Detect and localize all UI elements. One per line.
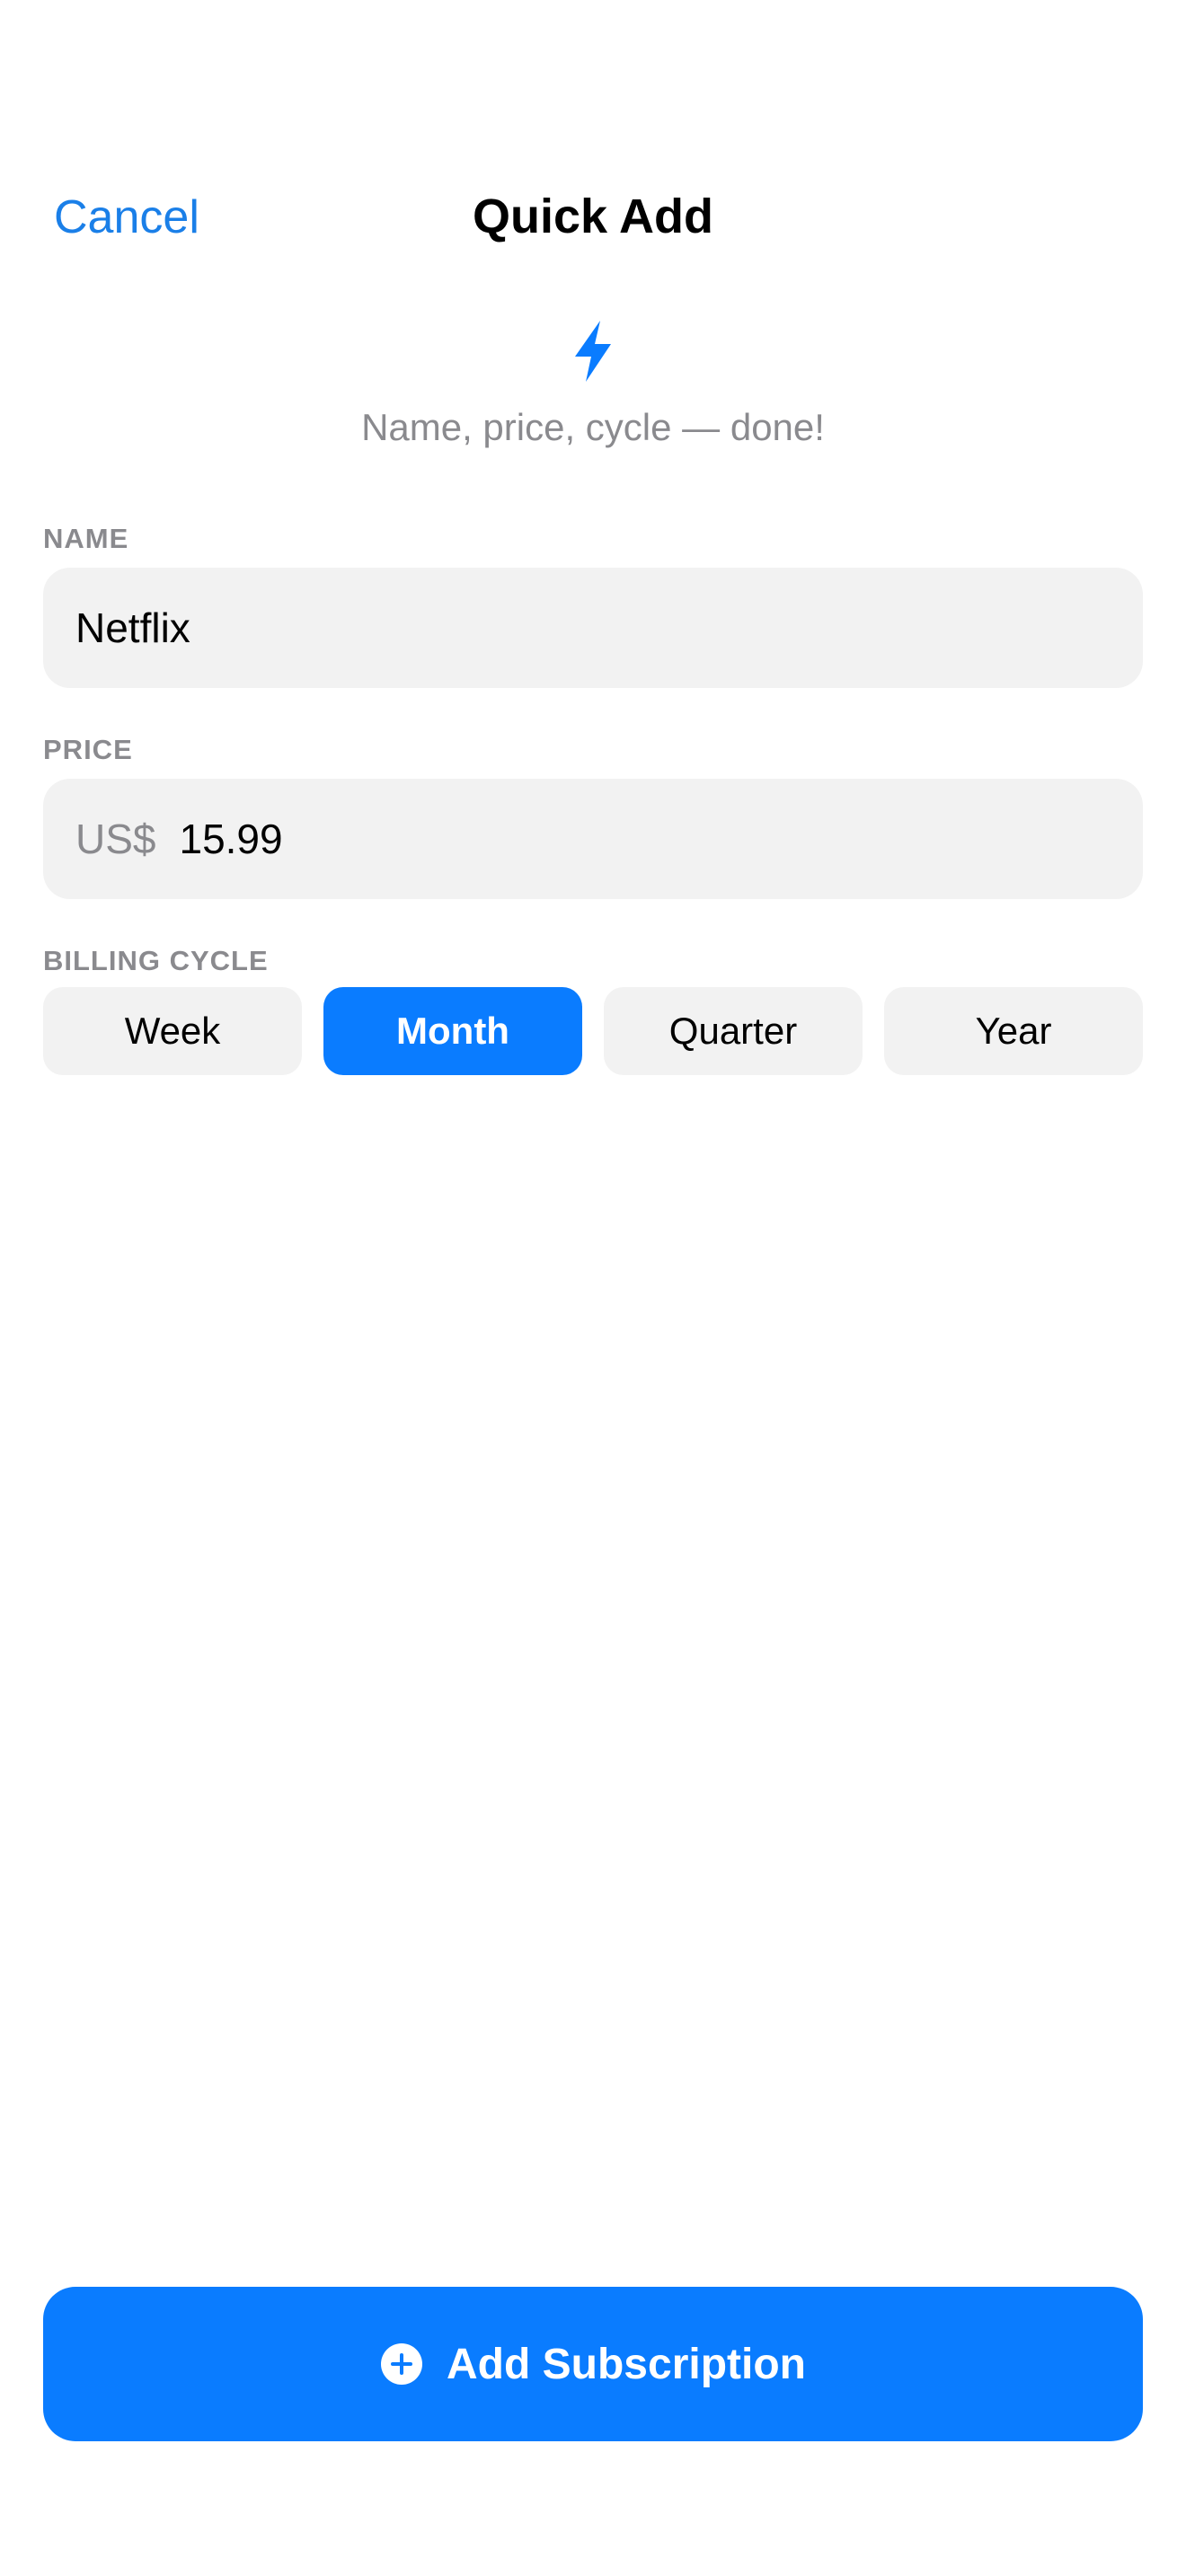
cycle-option-year[interactable]: Year (884, 987, 1143, 1075)
bolt-icon (575, 321, 611, 382)
price-field[interactable]: US$ 15.99 (43, 779, 1143, 899)
nav-bar: Cancel Quick Add (0, 171, 1186, 269)
hero: Name, price, cycle — done! (0, 319, 1186, 449)
quick-add-screen: Cancel Quick Add Name, price, cycle — do… (0, 0, 1186, 2576)
billing-cycle-segmented-control: Week Month Quarter Year (43, 987, 1143, 1075)
name-field-value[interactable]: Netflix (75, 604, 190, 652)
add-subscription-label: Add Subscription (447, 2340, 806, 2388)
name-section-label: NAME (43, 523, 129, 554)
name-field[interactable]: Netflix (43, 568, 1143, 688)
price-field-value[interactable]: 15.99 (179, 815, 282, 863)
add-subscription-button[interactable]: Add Subscription (43, 2287, 1143, 2441)
cycle-option-week[interactable]: Week (43, 987, 302, 1075)
billing-cycle-section-label: BILLING CYCLE (43, 945, 269, 976)
cycle-option-month[interactable]: Month (323, 987, 582, 1075)
currency-prefix: US$ (75, 816, 156, 862)
page-title: Quick Add (472, 190, 714, 243)
price-section-label: PRICE (43, 734, 133, 765)
hero-subtitle: Name, price, cycle — done! (361, 406, 825, 448)
plus-circle-icon (381, 2343, 422, 2385)
cycle-option-quarter[interactable]: Quarter (604, 987, 863, 1075)
